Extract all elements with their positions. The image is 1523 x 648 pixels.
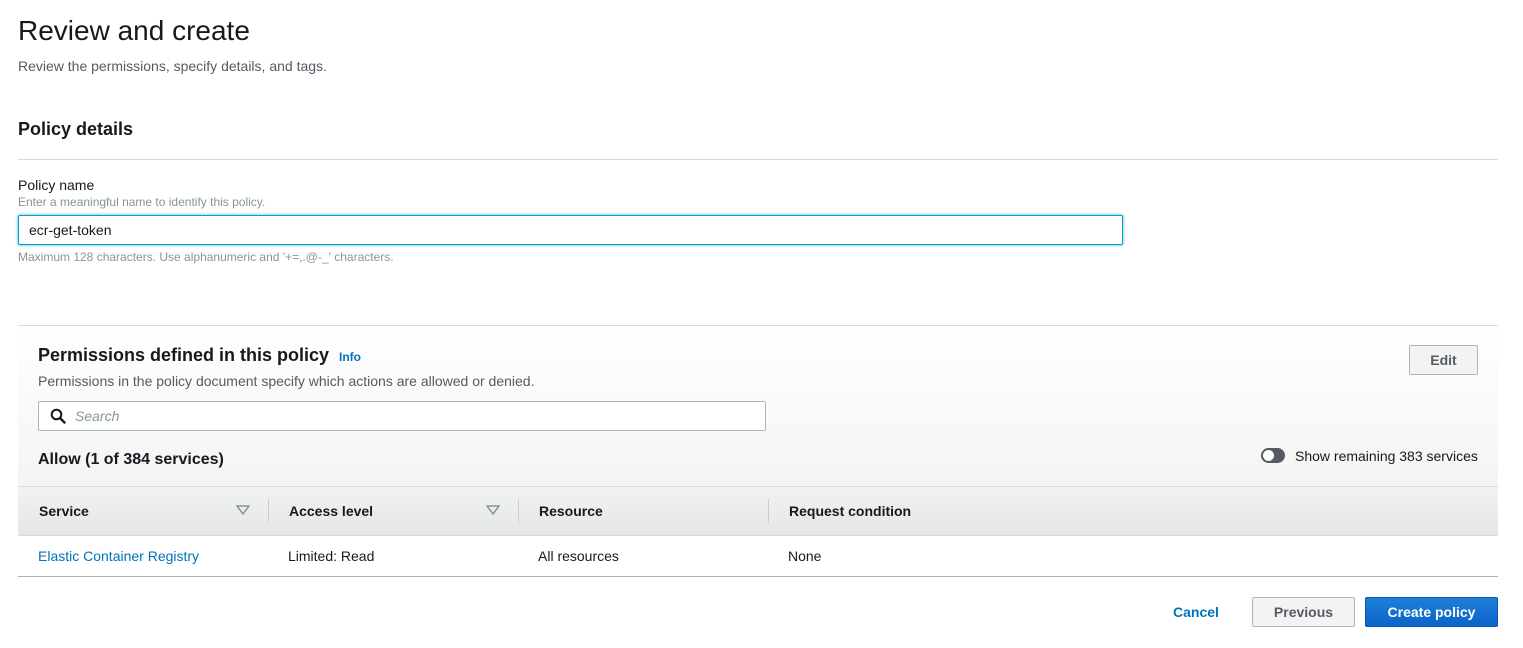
policy-name-label: Policy name <box>18 177 95 193</box>
service-link[interactable]: Elastic Container Registry <box>38 548 199 564</box>
column-header-access-level[interactable]: Access level <box>289 503 373 519</box>
search-icon <box>50 408 66 424</box>
caret-down-icon[interactable] <box>486 505 500 515</box>
previous-button[interactable]: Previous <box>1252 597 1355 627</box>
permissions-title: Permissions defined in this policy <box>38 345 330 365</box>
policy-name-input[interactable] <box>18 215 1123 245</box>
access-level-cell: Limited: Read <box>288 548 375 564</box>
show-remaining-label[interactable]: Show remaining 383 services <box>1295 448 1478 464</box>
column-separator <box>518 499 519 523</box>
toggle-knob <box>1263 450 1274 461</box>
allow-title: Allow (1 of 384 services) <box>38 451 224 468</box>
cancel-button[interactable]: Cancel <box>1160 597 1232 627</box>
table-row: Elastic Container Registry Limited: Read… <box>18 536 1498 577</box>
search-box[interactable] <box>38 401 766 431</box>
column-separator <box>768 499 769 523</box>
show-remaining-toggle[interactable] <box>1261 448 1285 463</box>
request-condition-cell: None <box>788 548 822 564</box>
column-header-resource: Resource <box>539 503 603 519</box>
page-title: Review and create <box>18 15 250 46</box>
permissions-description: Permissions in the policy document speci… <box>38 373 535 389</box>
policy-name-description: Enter a meaningful name to identify this… <box>18 195 266 209</box>
column-header-request-condition: Request condition <box>789 503 912 519</box>
section-divider <box>18 159 1498 160</box>
resource-cell: All resources <box>538 548 619 564</box>
policy-details-title: Policy details <box>18 119 134 139</box>
review-create-page: Review and create Review the permissions… <box>0 0 1523 648</box>
column-header-service[interactable]: Service <box>39 503 89 519</box>
edit-button[interactable]: Edit <box>1409 345 1478 375</box>
create-policy-button[interactable]: Create policy <box>1365 597 1498 627</box>
table-header: Service Access level Resource Request co… <box>18 486 1498 536</box>
info-link[interactable]: Info <box>339 350 361 364</box>
page-subtitle: Review the permissions, specify details,… <box>18 58 327 74</box>
search-input[interactable] <box>73 402 753 430</box>
column-separator <box>268 499 269 523</box>
caret-down-icon[interactable] <box>236 505 250 515</box>
policy-name-constraint: Maximum 128 characters. Use alphanumeric… <box>18 250 394 264</box>
